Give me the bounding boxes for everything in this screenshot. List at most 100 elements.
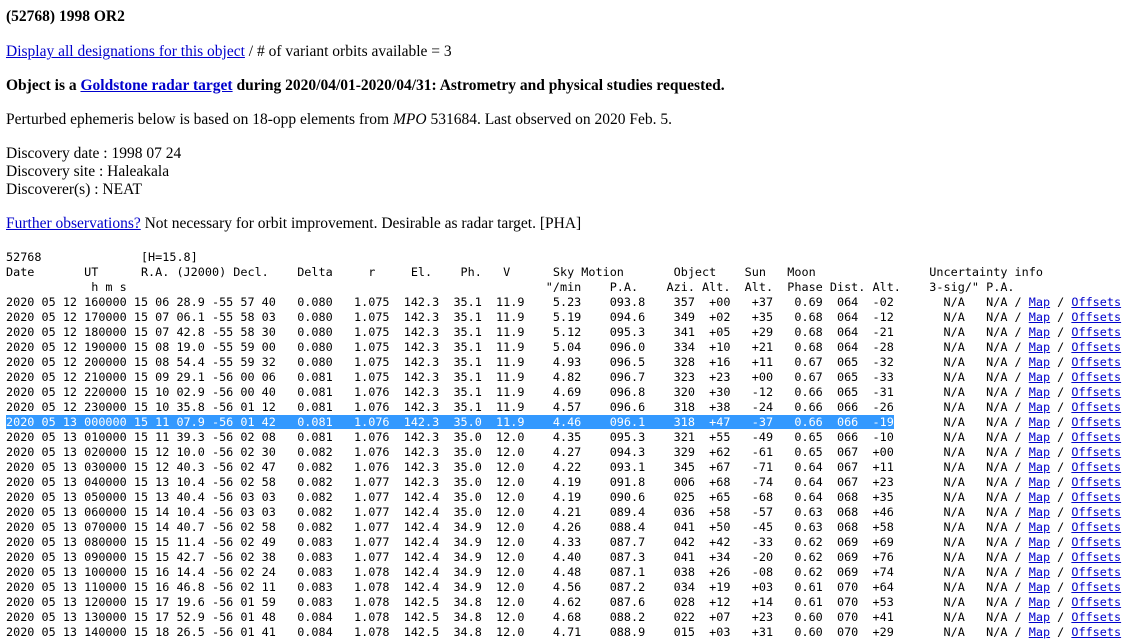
map-link[interactable]: Map — [1029, 460, 1050, 474]
map-link[interactable]: Map — [1029, 520, 1050, 534]
ephemeris-row[interactable]: 2020 05 13 120000 15 17 19.6 -56 01 59 0… — [6, 595, 1121, 610]
offsets-link[interactable]: Offsets — [1071, 340, 1121, 354]
display-designations-link[interactable]: Display all designations for this object — [6, 43, 245, 60]
ephemeris-row[interactable]: 2020 05 12 210000 15 09 29.1 -56 00 06 0… — [6, 370, 1121, 385]
offsets-link[interactable]: Offsets — [1071, 415, 1121, 429]
ephemeris-row-data: 2020 05 13 010000 15 11 39.3 -56 02 08 0… — [6, 430, 894, 444]
offsets-link[interactable]: Offsets — [1071, 430, 1121, 444]
map-link[interactable]: Map — [1029, 505, 1050, 519]
goldstone-radar-link[interactable]: Goldstone radar target — [80, 77, 232, 94]
offsets-link[interactable]: Offsets — [1071, 580, 1121, 594]
ephemeris-row[interactable]: 2020 05 13 060000 15 14 10.4 -56 03 03 0… — [6, 505, 1121, 520]
map-link[interactable]: Map — [1029, 475, 1050, 489]
offsets-link[interactable]: Offsets — [1071, 595, 1121, 609]
map-link[interactable]: Map — [1029, 370, 1050, 384]
map-link[interactable]: Map — [1029, 445, 1050, 459]
further-observations-link[interactable]: Further observations? — [6, 215, 141, 232]
map-link[interactable]: Map — [1029, 325, 1050, 339]
map-link[interactable]: Map — [1029, 490, 1050, 504]
perturbed-after: 531684. Last observed on 2020 Feb. 5. — [426, 111, 672, 128]
offsets-link[interactable]: Offsets — [1071, 475, 1121, 489]
offsets-link[interactable]: Offsets — [1071, 565, 1121, 579]
offsets-link[interactable]: Offsets — [1071, 385, 1121, 399]
ephemeris-row[interactable]: 2020 05 13 020000 15 12 10.0 -56 02 30 0… — [6, 445, 1121, 460]
uncertainty-values: N/A N/A — [893, 505, 1008, 519]
link-separator: / — [1050, 385, 1072, 399]
uncertainty-values: N/A N/A — [893, 340, 1008, 354]
ephemeris-row[interactable]: 2020 05 12 160000 15 06 28.9 -55 57 40 0… — [6, 295, 1121, 310]
link-separator: / — [1007, 385, 1029, 399]
map-link[interactable]: Map — [1029, 385, 1050, 399]
link-separator: / — [1007, 430, 1029, 444]
uncertainty-values: N/A N/A — [893, 520, 1008, 534]
map-link[interactable]: Map — [1029, 595, 1050, 609]
offsets-link[interactable]: Offsets — [1071, 520, 1121, 534]
offsets-link[interactable]: Offsets — [1071, 550, 1121, 564]
link-separator: / — [1007, 625, 1029, 639]
offsets-link[interactable]: Offsets — [1071, 505, 1121, 519]
ephemeris-row[interactable]: 2020 05 12 190000 15 08 19.0 -55 59 00 0… — [6, 340, 1121, 355]
mpo-label: MPO — [392, 111, 427, 128]
offsets-link[interactable]: Offsets — [1071, 490, 1121, 504]
ephemeris-row[interactable]: 2020 05 13 100000 15 16 14.4 -56 02 24 0… — [6, 565, 1121, 580]
ephemeris-row[interactable]: 2020 05 13 110000 15 16 46.8 -56 02 11 0… — [6, 580, 1121, 595]
offsets-link[interactable]: Offsets — [1071, 535, 1121, 549]
map-link[interactable]: Map — [1029, 550, 1050, 564]
map-link[interactable]: Map — [1029, 535, 1050, 549]
map-link[interactable]: Map — [1029, 400, 1050, 414]
uncertainty-values: N/A N/A — [893, 415, 1008, 429]
uncertainty-values: N/A N/A — [893, 595, 1008, 609]
ephemeris-row[interactable]: 2020 05 13 040000 15 13 10.4 -56 02 58 0… — [6, 475, 1121, 490]
ephemeris-row-data: 2020 05 13 140000 15 18 26.5 -56 01 41 0… — [6, 625, 894, 639]
map-link[interactable]: Map — [1029, 310, 1050, 324]
link-separator: / — [1050, 295, 1072, 309]
ephemeris-row[interactable]: 2020 05 13 070000 15 14 40.7 -56 02 58 0… — [6, 520, 1121, 535]
offsets-link[interactable]: Offsets — [1071, 325, 1121, 339]
link-separator: / — [1007, 490, 1029, 504]
map-link[interactable]: Map — [1029, 430, 1050, 444]
offsets-link[interactable]: Offsets — [1071, 625, 1121, 639]
link-separator: / — [1050, 325, 1072, 339]
ephemeris-row[interactable]: 2020 05 12 220000 15 10 02.9 -56 00 40 0… — [6, 385, 1121, 400]
offsets-link[interactable]: Offsets — [1071, 370, 1121, 384]
offsets-link[interactable]: Offsets — [1071, 295, 1121, 309]
link-separator: / — [1050, 505, 1072, 519]
perturbed-before: Perturbed ephemeris below is based on 18… — [6, 111, 393, 128]
uncertainty-values: N/A N/A — [893, 325, 1008, 339]
ephemeris-row[interactable]: 2020 05 12 230000 15 10 35.8 -56 01 12 0… — [6, 400, 1121, 415]
ephemeris-row[interactable]: 2020 05 12 170000 15 07 06.1 -55 58 03 0… — [6, 310, 1121, 325]
ephemeris-row[interactable]: 2020 05 13 090000 15 15 42.7 -56 02 38 0… — [6, 550, 1121, 565]
ephemeris-row[interactable]: 2020 05 13 050000 15 13 40.4 -56 03 03 0… — [6, 490, 1121, 505]
offsets-link[interactable]: Offsets — [1071, 445, 1121, 459]
offsets-link[interactable]: Offsets — [1071, 610, 1121, 624]
offsets-link[interactable]: Offsets — [1071, 310, 1121, 324]
ephemeris-row[interactable]: 2020 05 13 010000 15 11 39.3 -56 02 08 0… — [6, 430, 1121, 445]
offsets-link[interactable]: Offsets — [1071, 400, 1121, 414]
ephemeris-row[interactable]: 2020 05 13 130000 15 17 52.9 -56 01 48 0… — [6, 610, 1121, 625]
ephemeris-row-data: 2020 05 13 050000 15 13 40.4 -56 03 03 0… — [6, 490, 894, 504]
link-separator: / — [1007, 610, 1029, 624]
ephemeris-row-data: 2020 05 13 110000 15 16 46.8 -56 02 11 0… — [6, 580, 894, 594]
map-link[interactable]: Map — [1029, 610, 1050, 624]
link-separator: / — [1007, 475, 1029, 489]
ephemeris-row[interactable]: 2020 05 12 180000 15 07 42.8 -55 58 30 0… — [6, 325, 1121, 340]
map-link[interactable]: Map — [1029, 415, 1050, 429]
offsets-link[interactable]: Offsets — [1071, 355, 1121, 369]
uncertainty-values: N/A N/A — [893, 550, 1008, 564]
map-link[interactable]: Map — [1029, 355, 1050, 369]
offsets-link[interactable]: Offsets — [1071, 460, 1121, 474]
uncertainty-values: N/A N/A — [893, 535, 1008, 549]
designations-separator: / — [244, 43, 257, 60]
ephemeris-header-line: Date UT R.A. (J2000) Decl. Delta r El. P… — [6, 265, 1043, 279]
ephemeris-row[interactable]: 2020 05 13 080000 15 15 11.4 -56 02 49 0… — [6, 535, 1121, 550]
ephemeris-row-selected[interactable]: 2020 05 13 000000 15 11 07.9 -56 01 42 0… — [6, 415, 1121, 430]
map-link[interactable]: Map — [1029, 295, 1050, 309]
map-link[interactable]: Map — [1029, 340, 1050, 354]
ephemeris-header-line: 52768 [H=15.8] — [6, 250, 198, 264]
map-link[interactable]: Map — [1029, 565, 1050, 579]
radar-suffix: during 2020/04/01-2020/04/31: Astrometry… — [232, 77, 725, 94]
map-link[interactable]: Map — [1029, 580, 1050, 594]
ephemeris-row[interactable]: 2020 05 12 200000 15 08 54.4 -55 59 32 0… — [6, 355, 1121, 370]
map-link[interactable]: Map — [1029, 625, 1050, 639]
ephemeris-row[interactable]: 2020 05 13 030000 15 12 40.3 -56 02 47 0… — [6, 460, 1121, 475]
